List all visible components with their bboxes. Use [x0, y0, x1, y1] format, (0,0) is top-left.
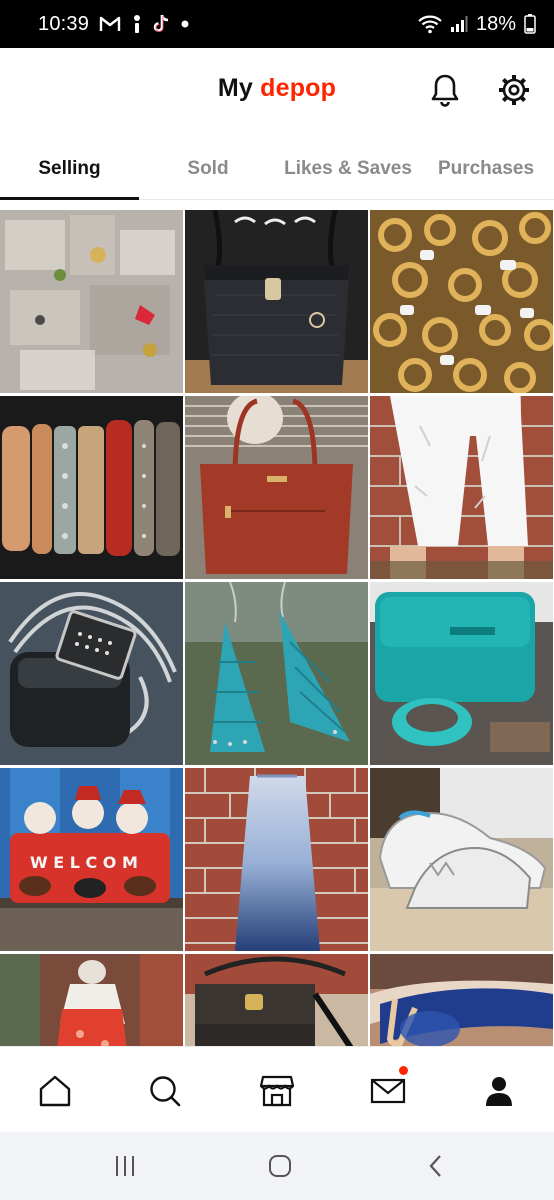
product-image: [185, 582, 368, 765]
system-navigation-bar: [0, 1132, 554, 1200]
status-right: 18%: [418, 13, 536, 36]
product-tile[interactable]: [185, 768, 368, 951]
signal-icon: [450, 15, 468, 33]
bottom-navigation: [0, 1046, 554, 1132]
product-tile[interactable]: [0, 954, 183, 1046]
product-tile[interactable]: [370, 396, 553, 579]
product-tile[interactable]: [185, 396, 368, 579]
product-image: [0, 954, 183, 1046]
product-tile[interactable]: [370, 768, 553, 951]
product-image: [0, 396, 183, 579]
product-image: [370, 210, 553, 393]
product-grid: W E L C O M: [0, 210, 554, 1046]
product-image: W E L C O M: [0, 768, 183, 951]
product-image: [185, 210, 368, 393]
product-image: [0, 210, 183, 393]
product-image: [185, 396, 368, 579]
svg-text:W E L C O M: W E L C O M: [30, 853, 138, 872]
product-image: [370, 582, 553, 765]
status-bar: 10:39 18%: [0, 0, 554, 48]
page-title: My depop: [0, 74, 554, 103]
product-tile[interactable]: W E L C O M: [0, 768, 183, 951]
product-image: [370, 396, 553, 579]
tab-purchases[interactable]: Purchases: [428, 138, 544, 200]
recent-apps-icon[interactable]: [107, 1150, 143, 1182]
tab-sold[interactable]: Sold: [150, 138, 266, 200]
inbox-badge-dot: [399, 1066, 408, 1075]
profile-tabs: Selling Sold Likes & Saves Purchases: [0, 138, 554, 200]
product-tile[interactable]: [370, 210, 553, 393]
battery-icon: [524, 14, 536, 34]
app-header: My depop: [0, 48, 554, 134]
active-tab-indicator: [0, 197, 139, 200]
profile-icon[interactable]: [477, 1069, 521, 1113]
product-tile[interactable]: [370, 582, 553, 765]
settings-gear-icon[interactable]: [494, 70, 534, 110]
tiktok-icon: [153, 14, 171, 34]
wifi-icon: [418, 14, 442, 34]
brand-logo: depop: [260, 74, 337, 102]
dot-icon: [181, 20, 189, 28]
product-tile[interactable]: [0, 210, 183, 393]
tab-likes-saves[interactable]: Likes & Saves: [272, 138, 424, 200]
product-tile[interactable]: [0, 582, 183, 765]
bell-icon[interactable]: [425, 70, 465, 110]
product-image: [370, 954, 553, 1046]
home-icon[interactable]: [33, 1069, 77, 1113]
status-time: 10:39: [38, 12, 90, 35]
product-tile[interactable]: [185, 210, 368, 393]
back-icon[interactable]: [418, 1150, 454, 1182]
status-left: 10:39: [38, 13, 189, 36]
activity-icon: [131, 14, 143, 34]
product-image: [0, 582, 183, 765]
product-image: [185, 954, 368, 1046]
product-tile[interactable]: [185, 582, 368, 765]
search-icon[interactable]: [143, 1069, 187, 1113]
inbox-mail-icon[interactable]: [366, 1066, 410, 1113]
shop-icon[interactable]: [255, 1069, 299, 1113]
home-circle-icon[interactable]: [262, 1150, 298, 1182]
product-image: [185, 768, 368, 951]
brand-prefix: My: [217, 74, 253, 102]
product-tile[interactable]: [185, 954, 368, 1046]
product-image: [370, 768, 553, 951]
battery-percent: 18%: [475, 12, 516, 35]
product-tile[interactable]: [0, 396, 183, 579]
gmail-icon: [99, 16, 121, 32]
tab-selling[interactable]: Selling: [0, 138, 139, 200]
product-tile[interactable]: [370, 954, 553, 1046]
